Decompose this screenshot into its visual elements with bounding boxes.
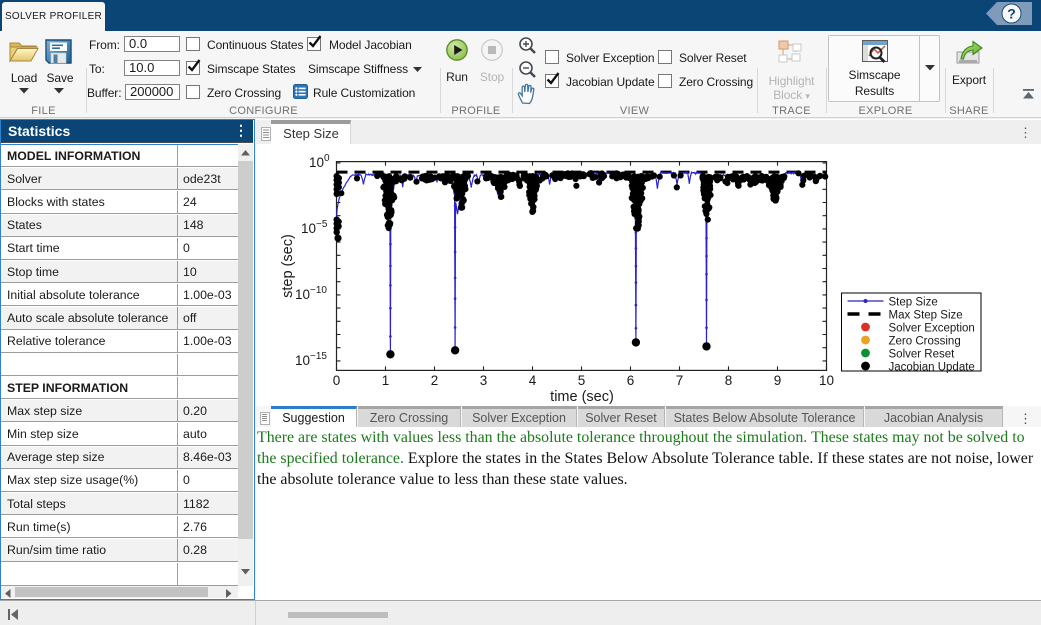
svg-text:Solver Reset: Solver Reset [889,349,956,361]
svg-text:2: 2 [431,373,439,388]
svg-text:Max Step Size: Max Step Size [889,310,963,322]
svg-text:Jacobian Update: Jacobian Update [889,362,975,374]
svg-text:4: 4 [529,373,537,388]
svg-text:8: 8 [725,373,733,388]
svg-text:−10: −10 [310,285,327,296]
svg-text:−15: −15 [310,351,327,362]
svg-text:step (sec): step (sec) [280,234,296,298]
svg-text:0: 0 [333,373,341,388]
svg-text:−5: −5 [316,219,328,230]
svg-text:Zero Crossing: Zero Crossing [889,336,961,348]
svg-text:6: 6 [627,373,635,388]
svg-text:0: 0 [324,153,330,164]
svg-text:Solver Exception: Solver Exception [889,323,975,335]
svg-text:10: 10 [301,221,316,236]
svg-text:7: 7 [676,373,684,388]
svg-text:10: 10 [309,155,324,170]
svg-text:?: ? [1007,6,1016,22]
svg-text:10: 10 [819,373,834,388]
svg-text:3: 3 [480,373,488,388]
svg-text:1: 1 [382,373,390,388]
svg-text:5: 5 [578,373,586,388]
svg-text:9: 9 [774,373,782,388]
svg-text:10: 10 [295,287,310,302]
svg-text:10: 10 [295,353,310,368]
svg-text:Step Size: Step Size [889,297,938,309]
svg-text:time (sec): time (sec) [550,389,614,405]
